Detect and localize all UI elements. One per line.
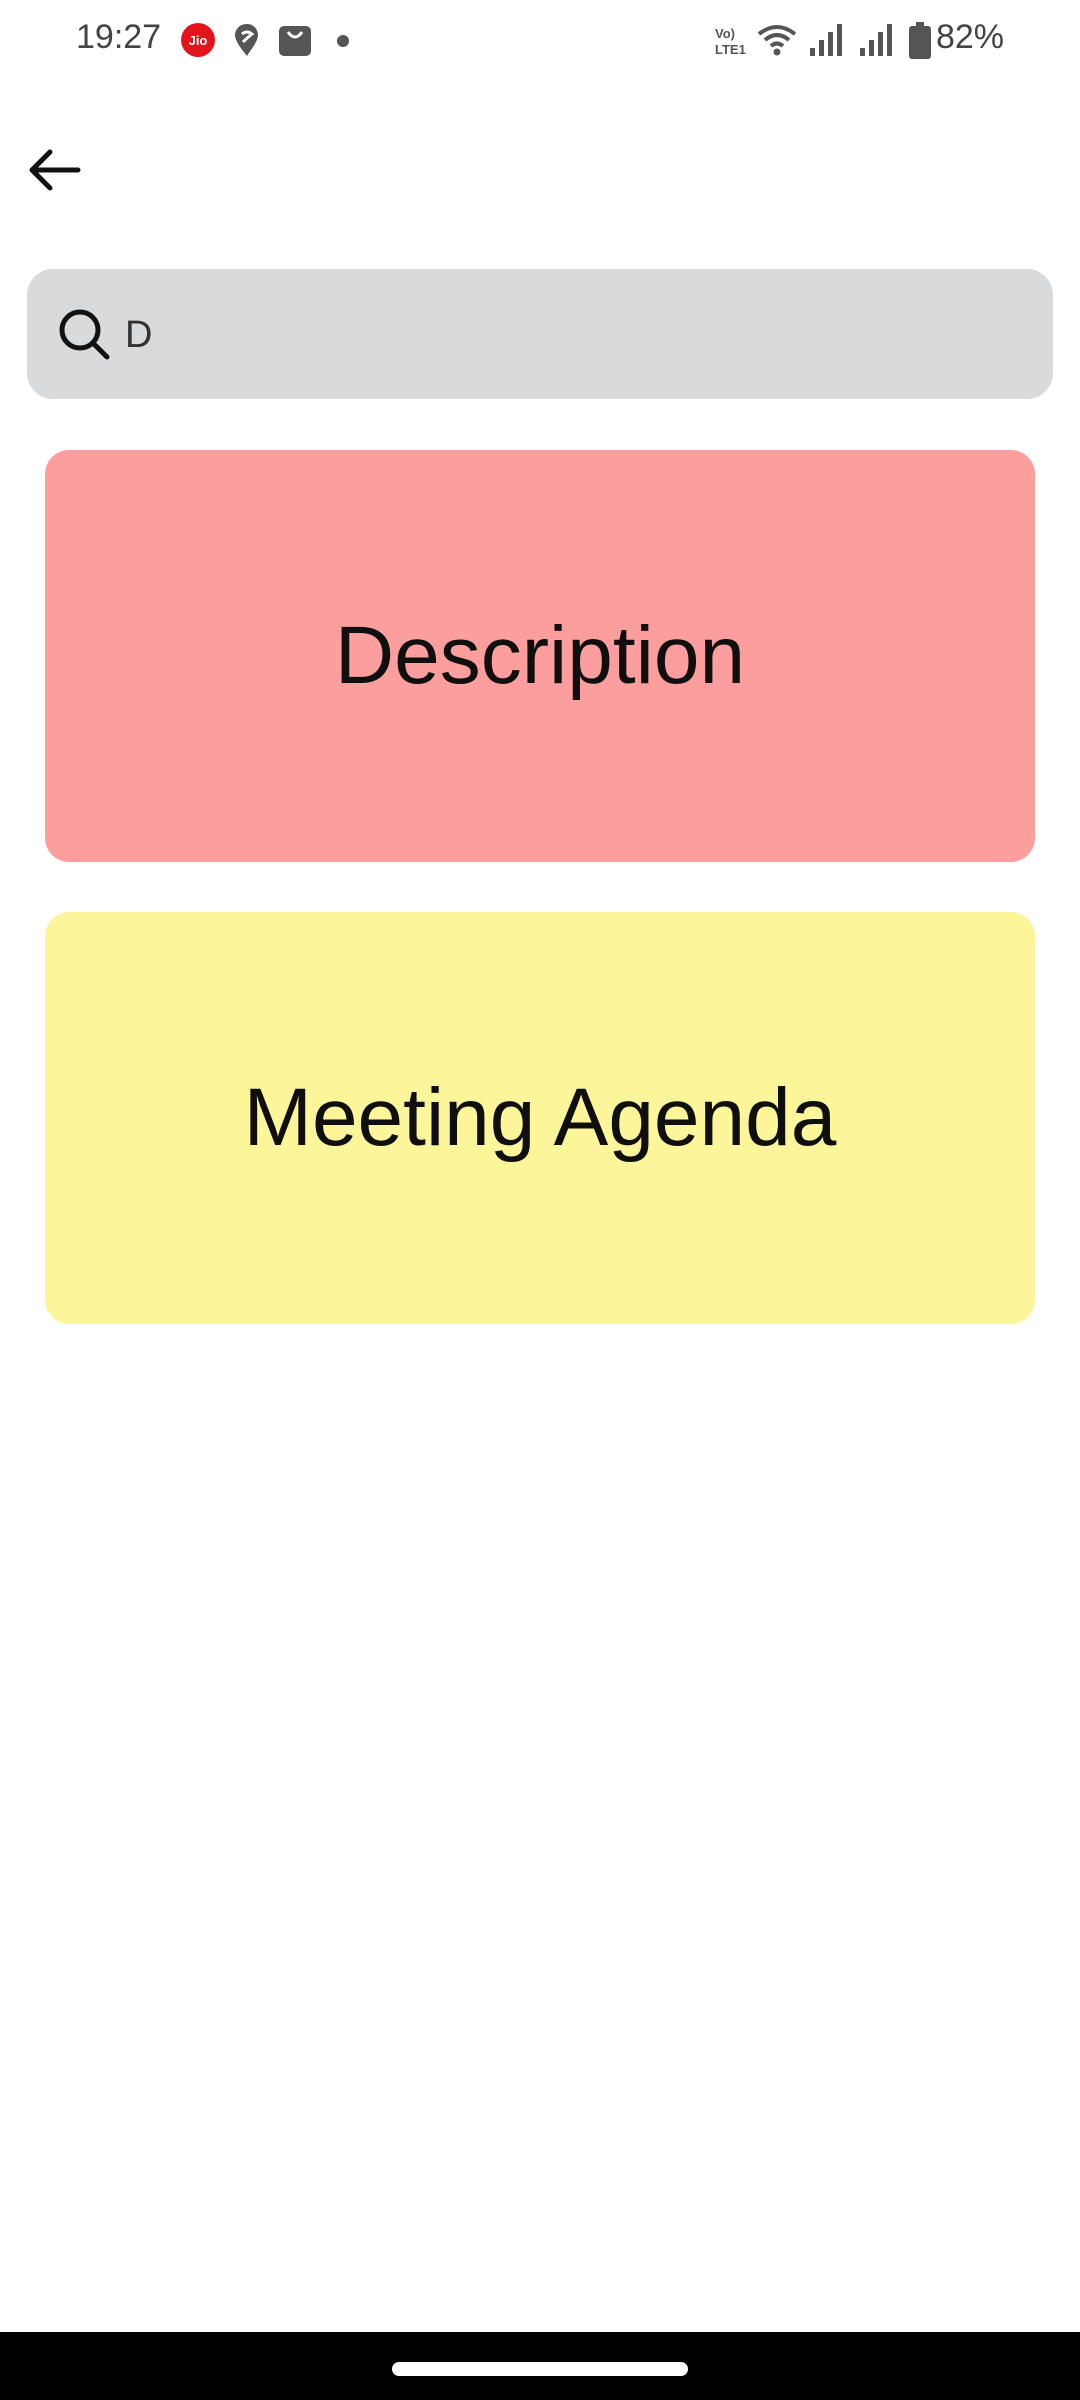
search-input[interactable]: [123, 299, 1007, 371]
jio-label: Jio: [189, 33, 208, 48]
volte-label: Vo): [715, 26, 735, 41]
note-card-meeting-agenda[interactable]: Meeting Agenda: [45, 912, 1035, 1324]
jio-icon: Jio: [181, 23, 215, 57]
signal-icon: [860, 24, 892, 56]
wifi-icon: [757, 25, 797, 56]
back-button[interactable]: [22, 138, 86, 202]
status-bar: 19:27 Jio Vo) LTE1 82%: [0, 0, 1080, 84]
home-indicator[interactable]: [392, 2362, 688, 2376]
status-time: 19:27: [76, 18, 162, 56]
battery-percentage: 82%: [935, 18, 1004, 56]
signal-icon: [810, 24, 842, 56]
arrow-left-icon: [29, 149, 81, 191]
note-card-description[interactable]: Description: [45, 450, 1035, 862]
navigation-bar: [0, 2332, 1080, 2400]
swiggy-icon: [235, 24, 258, 56]
shopping-bag-icon: [279, 26, 311, 56]
note-card-title: Description: [334, 610, 746, 701]
battery-icon: [909, 22, 931, 59]
svg-text:LTE1: LTE1: [715, 42, 746, 57]
volte-icon: Vo) LTE1: [715, 26, 746, 57]
search-icon: [59, 309, 110, 360]
search-bar[interactable]: [27, 269, 1053, 399]
dot-icon: [337, 35, 349, 47]
note-card-title: Meeting Agenda: [243, 1072, 837, 1163]
